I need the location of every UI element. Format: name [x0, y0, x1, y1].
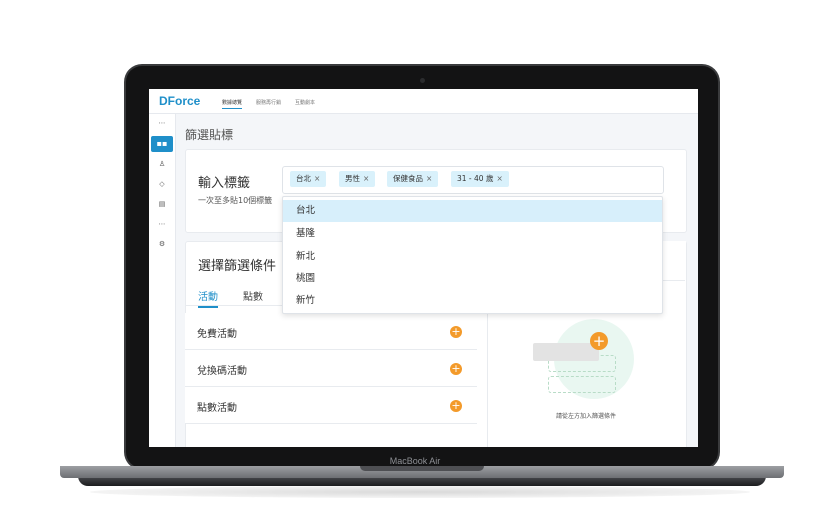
tag-label: 31 - 40 歲 [457, 174, 494, 183]
tag-chip[interactable]: 保健食品 × [387, 171, 439, 187]
tag-chip[interactable]: 男性 × [339, 171, 376, 187]
camera-icon [420, 78, 425, 83]
more-icon[interactable]: ⋯ [149, 220, 175, 228]
tag-label: 保健食品 [393, 174, 423, 183]
dropdown-option[interactable]: 台北 [283, 200, 662, 222]
settings-icon[interactable]: ⚙ [149, 240, 175, 248]
tag-label: 男性 [345, 174, 360, 183]
row-label: 免費活動 [197, 329, 237, 340]
users-icon[interactable]: ♙ [149, 160, 175, 168]
placeholder-bar [533, 343, 599, 361]
nav-remarketing[interactable]: 服務再行銷 [256, 99, 281, 106]
conditions-title: 選擇篩選條件 [198, 259, 277, 274]
more-icon[interactable]: ⋯ [149, 119, 175, 127]
dropdown-option[interactable]: 新竹 [283, 290, 662, 312]
add-icon: + [590, 332, 608, 350]
page-title: 篩選貼標 [185, 128, 234, 142]
row-label: 點數活動 [197, 403, 237, 414]
app-logo[interactable]: DForce [159, 94, 200, 108]
top-bar: DForce 數據總覽 服務再行銷 互動劇本 [149, 89, 698, 114]
tag-icon[interactable]: ◇ [149, 180, 175, 188]
add-icon[interactable]: + [450, 326, 462, 338]
tag-input-hint: 一次至多貼10個標籤 [198, 196, 273, 205]
dropdown-option[interactable]: 基隆 [283, 223, 662, 245]
close-icon[interactable]: × [314, 174, 320, 183]
database-icon[interactable]: ▤ [149, 200, 175, 208]
dropdown-option[interactable]: 新北 [283, 246, 662, 268]
logo-suffix: orce [175, 94, 201, 108]
close-icon[interactable]: × [496, 174, 502, 183]
empty-caption: 請從左方加入篩選條件 [555, 413, 616, 420]
row-label: 兌換碼活動 [197, 366, 247, 377]
add-icon[interactable]: + [450, 363, 462, 375]
close-icon[interactable]: × [363, 174, 369, 183]
add-icon[interactable]: + [450, 400, 462, 412]
dropdown-option[interactable]: 桃園 [283, 268, 662, 290]
sidebar: ⋯ ▪▪ ♙ ◇ ▤ ⋯ ⚙ [149, 114, 176, 447]
placeholder-slot [548, 376, 616, 393]
nav-overview[interactable]: 數據總覽 [222, 99, 243, 109]
tag-chip[interactable]: 31 - 40 歲 × [451, 171, 509, 187]
dashboard-icon[interactable]: ▪▪ [151, 136, 173, 152]
tag-chip[interactable]: 台北 × [290, 171, 327, 187]
laptop-notch [360, 466, 484, 471]
tab-points[interactable]: 點數 [243, 288, 263, 303]
logo-prefix: DF [159, 94, 175, 108]
tab-activity[interactable]: 活動 [198, 288, 218, 308]
device-brand-label: MacBook Air [389, 456, 441, 466]
app-screen: DForce 數據總覽 服務再行銷 互動劇本 ⋯ ▪▪ ♙ ◇ ▤ ⋯ ⚙ 篩選… [149, 89, 698, 447]
close-icon[interactable]: × [426, 174, 432, 183]
nav-scripts[interactable]: 互動劇本 [295, 99, 315, 106]
laptop-shadow [90, 486, 750, 498]
tag-input-label: 輸入標籤 [198, 176, 251, 191]
tag-label: 台北 [296, 174, 311, 183]
tag-suggestion-dropdown: 台北 基隆 新北 桃園 新竹 [282, 196, 663, 314]
